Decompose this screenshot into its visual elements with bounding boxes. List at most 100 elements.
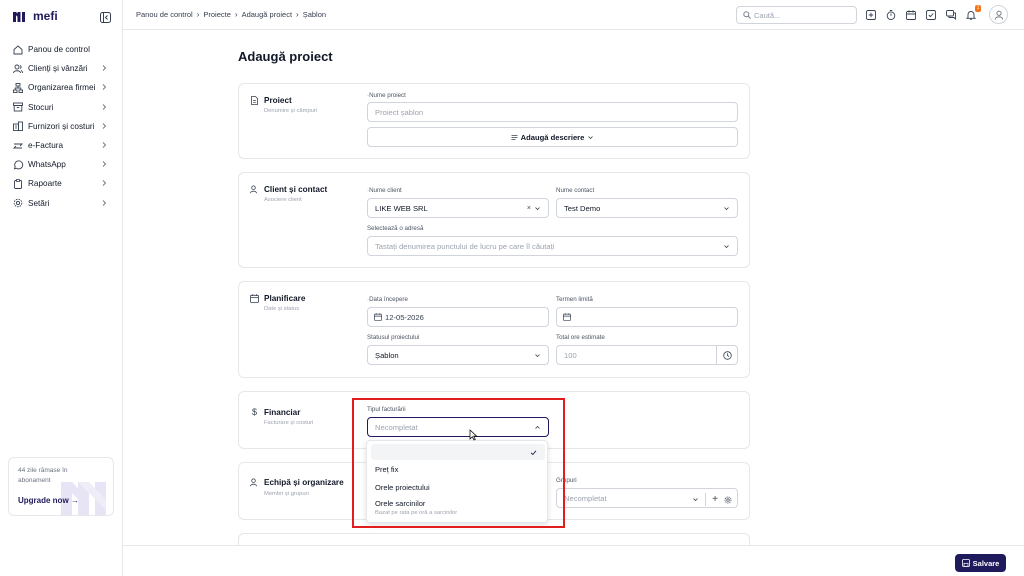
sidebar-item-rapoarte[interactable]: Rapoarte (0, 174, 122, 193)
estimated-hours-placeholder: 100 (564, 350, 577, 360)
status-label: Statusul proiectului (367, 334, 420, 341)
box-icon (12, 102, 23, 113)
address-label: Selectează o adresă (367, 225, 424, 232)
search-input[interactable]: Caută... (736, 6, 857, 24)
chat-icon[interactable] (945, 9, 956, 20)
calendar-icon (374, 313, 382, 321)
subscription-promo: 44 zile rămase în abonament Upgrade now … (8, 457, 114, 516)
groups-select[interactable]: Necompletat + (556, 488, 738, 508)
chevron-right-icon (102, 122, 107, 129)
estimated-hours-input[interactable]: 100 (556, 345, 738, 365)
chevron-right-icon (102, 180, 107, 187)
contact-name-select[interactable]: Test Demo (556, 198, 738, 218)
chevron-right-icon (102, 84, 107, 91)
section-subtitle: Date și status (264, 306, 300, 312)
add-description-label: Adaugă descriere (520, 132, 585, 142)
section-planificare: Planificare Date și status ·Data începer… (238, 281, 750, 378)
section-subtitle: Membri și grupuri (264, 491, 309, 497)
sidebar-item-clienti[interactable]: Clienți și vânzări (0, 59, 122, 78)
document-icon (251, 96, 258, 105)
deadline-input[interactable] (556, 307, 738, 327)
section-header: Proiect (250, 96, 292, 105)
section-next (238, 533, 750, 545)
start-date-input[interactable]: 12-05-2026 (367, 307, 549, 327)
dollar-icon: $ (251, 407, 257, 417)
notification-badge: 1 (975, 5, 981, 12)
section-subtitle: Denumire și câmpuri (264, 108, 318, 114)
breadcrumb: Panou de control › Proiecte › Adaugă pro… (136, 10, 326, 19)
sidebar-item-stocuri[interactable]: Stocuri (0, 98, 122, 117)
sidebar-item-label: Clienți și vânzări (28, 64, 88, 74)
section-proiect: Proiect Denumire și câmpuri ·Nume proiec… (238, 83, 750, 159)
collapse-sidebar-icon[interactable] (100, 10, 112, 23)
deadline-label: Termen limită (556, 296, 593, 303)
sidebar-item-label: Panou de control (28, 45, 90, 55)
chevron-right-icon (102, 65, 107, 72)
chevron-down-icon (535, 207, 540, 211)
clipboard-icon (12, 178, 23, 189)
section-title: Echipă și organizare (264, 478, 344, 487)
client-name-select[interactable]: LIKE WEB SRL × (367, 198, 549, 218)
sidebar-item-panou-de-control[interactable]: Panou de control (0, 40, 122, 59)
section-header: Planificare (250, 294, 305, 303)
sidebar-item-furnizori[interactable]: Furnizori și costuri (0, 117, 122, 136)
project-name-input[interactable]: Proiect șablon (367, 102, 738, 122)
clock-icon[interactable] (716, 346, 737, 364)
timer-icon[interactable] (885, 9, 896, 20)
logo-text: mefi (33, 9, 58, 23)
sidebar: mefi Panou de control Clienți și vânzări… (0, 0, 123, 576)
sidebar-item-organizarea-firmei[interactable]: Organizarea firmei (0, 78, 122, 97)
mouse-cursor-icon (469, 429, 478, 441)
scrollbar[interactable] (1018, 31, 1024, 545)
gear-icon[interactable] (724, 496, 732, 504)
users-icon (250, 478, 257, 487)
estimated-hours-label: Total ore estimate (556, 334, 605, 341)
project-status-select[interactable]: Șablon (367, 345, 549, 365)
sidebar-item-label: Organizarea firmei (28, 83, 96, 93)
add-description-button[interactable]: Adaugă descriere (367, 127, 738, 147)
start-date-label: Data începere (369, 296, 408, 303)
field-label: ·Data începere (367, 296, 408, 303)
logo[interactable]: mefi (13, 9, 58, 23)
sidebar-item-label: e-Factura (28, 141, 64, 151)
sidebar-item-setari[interactable]: Setări (0, 194, 122, 213)
chevron-down-icon (588, 135, 594, 139)
section-client: Client și contact Asociere client ·Nume … (238, 172, 750, 268)
section-title: Client și contact (264, 185, 328, 194)
avatar[interactable] (989, 5, 1008, 24)
breadcrumb-item[interactable]: Adaugă proiect (242, 10, 292, 19)
contact-name-label: Nume contact (556, 187, 595, 194)
sidebar-item-label: WhatsApp (28, 160, 66, 170)
client-name-label: Nume client (369, 187, 402, 194)
breadcrumb-item-current: Șablon (302, 10, 327, 19)
building-icon (12, 121, 23, 132)
chevron-right-icon (102, 142, 107, 148)
sidebar-item-label: Stocuri (28, 102, 54, 112)
project-name-label: Nume proiect (369, 92, 406, 99)
sidebar-item-whatsapp[interactable]: WhatsApp (0, 155, 122, 174)
sidebar-item-label: Setări (28, 198, 50, 208)
page-title: Adaugă proiect (238, 49, 333, 64)
address-select[interactable]: Tastați denumirea punctului de lucru pe … (367, 236, 738, 256)
save-button[interactable]: Salvare (955, 554, 1006, 572)
start-date-value: 12-05-2026 (385, 312, 424, 322)
task-check-icon[interactable] (925, 9, 936, 20)
add-square-icon[interactable] (865, 9, 876, 20)
efactura-icon (12, 140, 23, 151)
save-icon (961, 559, 970, 567)
breadcrumb-item[interactable]: Proiecte (203, 10, 231, 19)
calendar-icon[interactable] (905, 9, 916, 20)
add-group-icon[interactable]: + (712, 494, 718, 505)
chevron-right-icon (102, 199, 107, 206)
sidebar-item-efactura[interactable]: e-Factura (0, 136, 122, 155)
section-title: Financiar (264, 407, 301, 417)
org-chart-icon (12, 82, 23, 93)
users-icon (250, 185, 257, 194)
upgrade-now-link[interactable]: Upgrade now → (18, 496, 79, 505)
contact-name-value: Test Demo (564, 203, 601, 213)
clear-icon[interactable]: × (527, 205, 531, 212)
breadcrumb-item[interactable]: Panou de control (136, 10, 193, 19)
section-title: Planificare (264, 294, 306, 303)
gear-icon (12, 198, 23, 209)
chevron-down-icon (724, 245, 729, 249)
